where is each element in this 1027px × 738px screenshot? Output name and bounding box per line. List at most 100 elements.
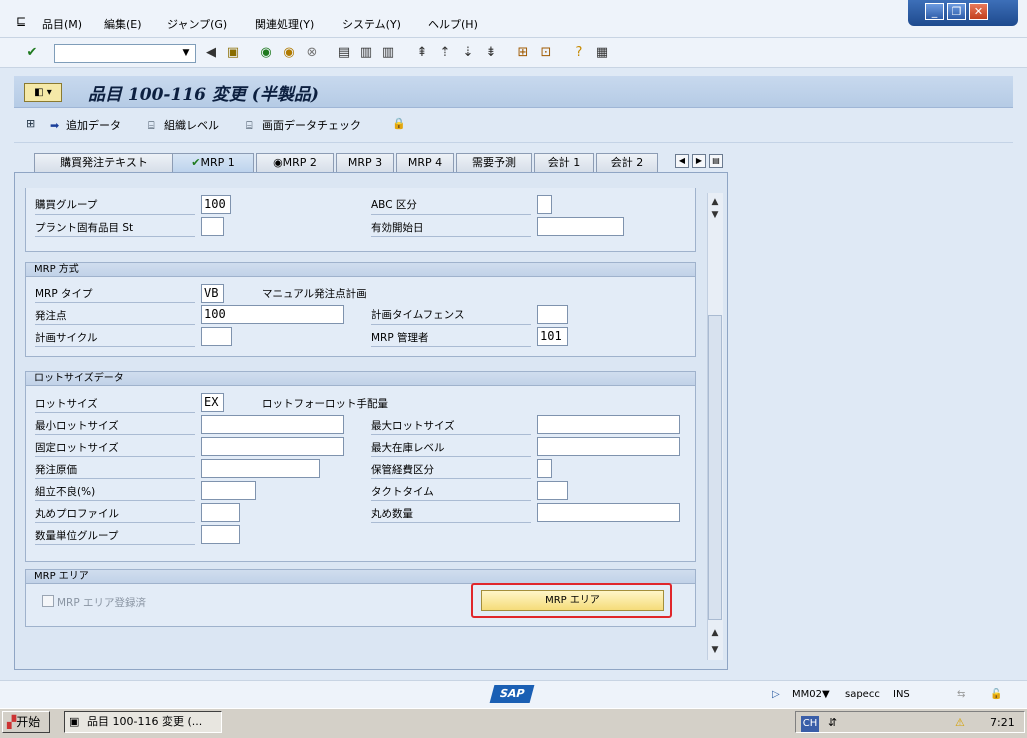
assembly-scrap-field[interactable]: [201, 481, 256, 500]
find-icon[interactable]: ▥: [358, 45, 374, 61]
scroll-down-icon[interactable]: ▼: [709, 209, 721, 221]
tab-scroll-left-icon[interactable]: ◀: [675, 154, 689, 168]
mrp-controller-field[interactable]: 101: [537, 327, 568, 346]
label-underline: [35, 544, 195, 545]
tab-mrp1[interactable]: ✔MRP 1: [172, 153, 254, 173]
storage-cost-label: 保管経費区分: [371, 464, 434, 476]
ime-indicator[interactable]: CH: [801, 716, 819, 732]
ordering-cost-field[interactable]: [201, 459, 320, 478]
menu-related[interactable]: 関連処理(Y): [255, 16, 314, 32]
max-stock-level-field[interactable]: [537, 437, 680, 456]
find-next-icon[interactable]: ▥: [380, 45, 396, 61]
menu-edit[interactable]: 編集(E): [104, 16, 142, 32]
check-icon: ⌸: [246, 119, 253, 132]
ime-toggle-icon[interactable]: ⇵: [828, 716, 837, 729]
storage-cost-field[interactable]: [537, 459, 552, 478]
menu-material[interactable]: 品目(M): [42, 16, 82, 32]
lot-size-label: ロットサイズ: [35, 398, 98, 410]
padlock-icon[interactable]: 🔓: [990, 689, 1002, 700]
minimize-button[interactable]: _: [925, 3, 944, 20]
planning-time-fence-field[interactable]: [537, 305, 568, 324]
label-underline: [35, 346, 195, 347]
next-page-icon[interactable]: ⇣: [460, 45, 476, 61]
tab-mrp4[interactable]: MRP 4: [396, 153, 454, 173]
scrollbar-thumb[interactable]: [708, 315, 722, 620]
close-button[interactable]: ✕: [969, 3, 988, 20]
tab-list-icon[interactable]: ▤: [709, 154, 723, 168]
tab-scroll-right-icon[interactable]: ▶: [692, 154, 706, 168]
tab-purchase-order-text[interactable]: 購買発注テキスト: [34, 153, 174, 173]
mrp-area-button[interactable]: MRP エリア: [481, 590, 664, 611]
max-lot-size-field[interactable]: [537, 415, 680, 434]
material-icon[interactable]: ◧ ▾: [24, 83, 62, 102]
print-icon[interactable]: ▤: [336, 45, 352, 61]
tab-accounting1[interactable]: 会計 1: [534, 153, 594, 173]
org-levels-button[interactable]: ⌸ 組織レベル: [148, 117, 219, 133]
back-icon[interactable]: ◉: [258, 45, 274, 61]
lot-size-field[interactable]: EX: [201, 393, 224, 412]
exit-icon[interactable]: ◉: [281, 45, 297, 61]
menu-help[interactable]: ヘルプ(H): [428, 16, 478, 32]
create-session-icon[interactable]: ⊞: [515, 45, 531, 61]
reorder-point-field[interactable]: 100: [201, 305, 344, 324]
max-lot-size-label: 最大ロットサイズ: [371, 420, 455, 432]
arrow-right-icon: ➡: [50, 119, 60, 132]
start-label: 开始: [16, 715, 41, 729]
system-menu-icon[interactable]: ⊑: [16, 14, 26, 28]
save-icon[interactable]: ▣: [225, 45, 241, 61]
ordering-cost-label: 発注原価: [35, 464, 77, 476]
scroll-up-icon[interactable]: ▲: [709, 196, 721, 208]
tab-forecast[interactable]: 需要予測: [456, 153, 532, 173]
previous-page-icon[interactable]: ⇡: [437, 45, 453, 61]
warning-icon[interactable]: ⚠: [955, 716, 965, 729]
connection-icon: ⇆: [957, 689, 966, 700]
start-button[interactable]: ▞开始: [2, 711, 50, 733]
help-icon[interactable]: ?: [571, 45, 587, 61]
menu-system[interactable]: システム(Y): [342, 16, 401, 32]
planning-time-fence-label: 計画タイムフェンス: [371, 309, 465, 321]
fixed-lot-size-field[interactable]: [201, 437, 344, 456]
taskbar-item-label: 品目 100-116 変更 (...: [87, 715, 203, 728]
first-page-icon[interactable]: ⇞: [414, 45, 430, 61]
label-underline: [371, 324, 531, 325]
history-back-icon[interactable]: ◀: [203, 45, 219, 61]
planning-cycle-field[interactable]: [201, 327, 232, 346]
purchasing-group-label: 購買グループ: [35, 199, 98, 211]
lock-icon[interactable]: 🔒: [392, 117, 406, 130]
unit-group-field[interactable]: [201, 525, 240, 544]
tab-accounting2[interactable]: 会計 2: [596, 153, 658, 173]
additional-data-button-label[interactable]: ➡ 追加データ: [50, 117, 121, 133]
command-dropdown-icon[interactable]: ▼: [177, 45, 195, 62]
rounding-value-field[interactable]: [537, 503, 680, 522]
menu-jump[interactable]: ジャンプ(G): [167, 16, 227, 32]
play-icon[interactable]: ▷: [772, 689, 780, 700]
rounding-profile-field[interactable]: [201, 503, 240, 522]
plant-status-label: プラント固有品目 St: [35, 222, 134, 234]
takt-time-field[interactable]: [537, 481, 568, 500]
purchasing-group-field[interactable]: 100: [201, 195, 231, 214]
restore-button[interactable]: ❐: [947, 3, 966, 20]
label-underline: [371, 500, 531, 501]
scroll-down-icon-bottom[interactable]: ▼: [709, 644, 721, 656]
layout-menu-icon[interactable]: ▦: [594, 45, 610, 61]
valid-from-field[interactable]: [537, 217, 624, 236]
label-underline: [371, 522, 531, 523]
command-field[interactable]: [54, 44, 196, 63]
min-lot-size-field[interactable]: [201, 415, 344, 434]
taskbar-item[interactable]: ▣ 品目 100-116 変更 (...: [64, 711, 222, 733]
scroll-up-icon-bottom[interactable]: ▲: [709, 627, 721, 639]
system-dropdown-icon[interactable]: ▼: [822, 689, 830, 700]
plant-status-field[interactable]: [201, 217, 224, 236]
additional-data-button[interactable]: ⊞: [26, 117, 42, 130]
tab-mrp2[interactable]: ◉MRP 2: [256, 153, 334, 173]
mrp-type-field[interactable]: VB: [201, 284, 224, 303]
cancel-icon[interactable]: ⊗: [304, 45, 320, 61]
mrp-area-registered-checkbox[interactable]: [42, 595, 54, 607]
tab-mrp3[interactable]: MRP 3: [336, 153, 394, 173]
split-icon: ⊞: [26, 117, 36, 130]
abc-indicator-field[interactable]: [537, 195, 552, 214]
check-screen-data-button[interactable]: ⌸ 画面データチェック: [246, 117, 361, 133]
last-page-icon[interactable]: ⇟: [483, 45, 499, 61]
shortcut-icon[interactable]: ⊡: [538, 45, 554, 61]
enter-icon[interactable]: ✔: [24, 45, 40, 61]
